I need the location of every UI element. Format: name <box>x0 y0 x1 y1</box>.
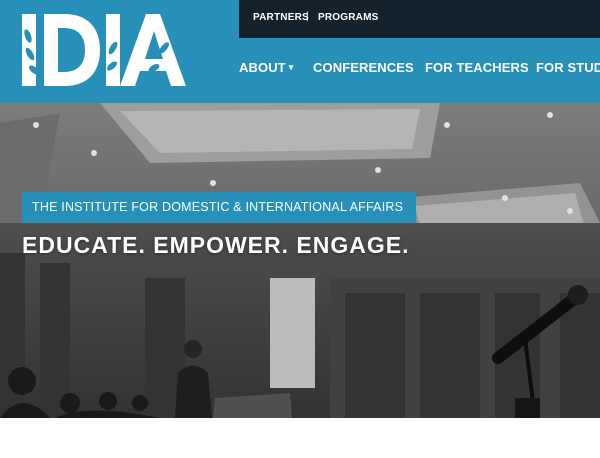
util-link-partners[interactable]: PARTNERS <box>253 12 309 23</box>
util-separator: | <box>306 11 309 22</box>
nav-item-for-teachers[interactable]: FOR TEACHERS <box>425 60 529 75</box>
main-nav: ABOUT ▾ CONFERENCES FOR TEACHERS FOR STUD… <box>239 60 600 80</box>
nav-item-conferences[interactable]: CONFERENCES <box>313 60 414 75</box>
hero-tagline: EDUCATE. EMPOWER. ENGAGE. <box>22 232 410 258</box>
site-header: PARTNERS | PROGRAMS ABOUT ▾ CONFERENCES F… <box>0 0 600 103</box>
chevron-down-icon: ▾ <box>288 62 294 72</box>
util-link-programs[interactable]: PROGRAMS <box>318 12 379 23</box>
idia-logo[interactable] <box>14 8 186 92</box>
institute-name-badge: THE INSTITUTE FOR DOMESTIC & INTERNATION… <box>22 192 417 223</box>
utility-bar: PARTNERS | PROGRAMS <box>239 0 600 38</box>
nav-item-about[interactable]: ABOUT ▾ <box>239 60 293 75</box>
conference-hall-photo <box>0 103 600 418</box>
hero-banner: THE INSTITUTE FOR DOMESTIC & INTERNATION… <box>0 103 600 418</box>
nav-item-for-students[interactable]: FOR STUDE <box>536 60 600 75</box>
